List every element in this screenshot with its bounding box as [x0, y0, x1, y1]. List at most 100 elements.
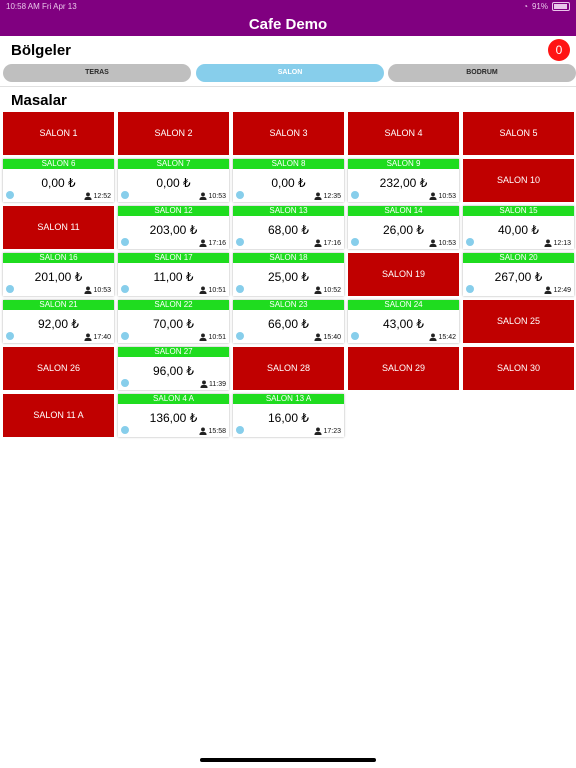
table-card[interactable]: SALON 4	[348, 112, 459, 155]
table-name: SALON 20	[463, 253, 574, 263]
table-name: SALON 9	[348, 159, 459, 169]
table-card[interactable]: SALON 8 0,00 ₺ 12:35	[233, 159, 344, 202]
status-dot-icon	[466, 285, 474, 293]
person-icon	[84, 286, 93, 294]
status-dot-icon	[236, 332, 244, 340]
table-card[interactable]: SALON 16 201,00 ₺ 10:53	[3, 253, 114, 296]
table-card[interactable]: SALON 11 A	[3, 394, 114, 437]
table-amount: 92,00 ₺	[38, 317, 79, 331]
table-time-text: 15:58	[208, 427, 226, 435]
tab-salon[interactable]: SALON	[196, 64, 384, 82]
table-time-text: 12:13	[553, 239, 571, 247]
table-card[interactable]: SALON 30	[463, 347, 574, 390]
table-card[interactable]: SALON 10	[463, 159, 574, 202]
table-amount: 26,00 ₺	[383, 223, 424, 237]
table-amount: 203,00 ₺	[149, 223, 198, 237]
tab-bodrum[interactable]: BODRUM	[388, 64, 576, 82]
table-card[interactable]: SALON 21 92,00 ₺ 17:40	[3, 300, 114, 343]
table-card[interactable]: SALON 29	[348, 347, 459, 390]
table-time-text: 11:39	[209, 380, 226, 388]
table-card[interactable]: SALON 13 68,00 ₺ 17:16	[233, 206, 344, 249]
status-dot-icon	[6, 332, 14, 340]
person-icon	[314, 333, 323, 341]
table-amount: 66,00 ₺	[268, 317, 309, 331]
table-time: 15:40	[314, 333, 341, 341]
table-name: SALON 14	[348, 206, 459, 216]
table-card[interactable]: SALON 17 11,00 ₺ 10:51	[118, 253, 229, 296]
person-icon	[199, 192, 208, 200]
tables-title: Masalar	[11, 92, 67, 109]
table-time: 15:58	[199, 427, 226, 435]
table-card[interactable]: SALON 14 26,00 ₺ 10:53	[348, 206, 459, 249]
table-time: 10:53	[84, 286, 111, 294]
status-dot-icon	[236, 285, 244, 293]
table-time-text: 17:16	[208, 239, 226, 247]
table-card[interactable]: SALON 22 70,00 ₺ 10:51	[118, 300, 229, 343]
table-card[interactable]: SALON 7 0,00 ₺ 10:53	[118, 159, 229, 202]
table-name: SALON 18	[233, 253, 344, 263]
table-card[interactable]: SALON 9 232,00 ₺ 10:53	[348, 159, 459, 202]
table-card[interactable]: SALON 1	[3, 112, 114, 155]
table-name: SALON 4	[384, 128, 423, 138]
table-card[interactable]: SALON 20 267,00 ₺ 12:49	[463, 253, 574, 296]
table-card[interactable]: SALON 24 43,00 ₺ 15:42	[348, 300, 459, 343]
divider	[0, 86, 576, 87]
person-icon	[314, 286, 323, 294]
table-amount: 43,00 ₺	[383, 317, 424, 331]
table-time: 10:53	[429, 239, 456, 247]
person-icon	[544, 286, 553, 294]
table-time-text: 10:51	[208, 286, 226, 294]
table-name: SALON 17	[118, 253, 229, 263]
table-time: 12:52	[84, 192, 111, 200]
home-indicator	[200, 758, 376, 762]
table-name: SALON 26	[36, 363, 81, 373]
table-card[interactable]: SALON 28	[233, 347, 344, 390]
status-dot-icon	[121, 238, 129, 246]
status-dot-icon	[351, 191, 359, 199]
table-time: 17:16	[314, 239, 341, 247]
notification-badge[interactable]: 0	[548, 39, 570, 61]
wifi-icon: ◔	[523, 2, 528, 11]
app-title: Cafe Demo	[248, 16, 328, 33]
table-time: 17:16	[199, 239, 226, 247]
table-card[interactable]: SALON 12 203,00 ₺ 17:16	[118, 206, 229, 249]
table-time-text: 10:53	[208, 192, 226, 200]
person-icon	[199, 239, 208, 247]
table-card[interactable]: SALON 18 25,00 ₺ 10:52	[233, 253, 344, 296]
table-card[interactable]: SALON 4 A 136,00 ₺ 15:58	[118, 394, 229, 437]
status-dot-icon	[351, 238, 359, 246]
table-card[interactable]: SALON 5	[463, 112, 574, 155]
table-card[interactable]: SALON 25	[463, 300, 574, 343]
table-card[interactable]: SALON 27 96,00 ₺ 11:39	[118, 347, 229, 390]
table-amount: 136,00 ₺	[149, 411, 198, 425]
region-tabs: TERAS SALON BODRUM	[3, 64, 576, 82]
table-time: 17:40	[84, 333, 111, 341]
person-icon	[429, 333, 438, 341]
person-icon	[544, 239, 553, 247]
table-time-text: 10:53	[438, 192, 456, 200]
table-amount: 267,00 ₺	[494, 270, 543, 284]
table-card[interactable]: SALON 11	[3, 206, 114, 249]
table-card[interactable]: SALON 6 0,00 ₺ 12:52	[3, 159, 114, 202]
table-card[interactable]: SALON 19	[348, 253, 459, 296]
table-card[interactable]: SALON 13 A 16,00 ₺ 17:23	[233, 394, 344, 437]
table-name: SALON 3	[269, 128, 308, 138]
table-card[interactable]: SALON 23 66,00 ₺ 15:40	[233, 300, 344, 343]
table-time: 11:39	[200, 380, 226, 388]
status-dot-icon	[466, 238, 474, 246]
table-time-text: 10:53	[93, 286, 111, 294]
status-dot-icon	[236, 426, 244, 434]
table-card[interactable]: SALON 15 40,00 ₺ 12:13	[463, 206, 574, 249]
table-card[interactable]: SALON 3	[233, 112, 344, 155]
status-time-date: 10:58 AM Fri Apr 13	[6, 2, 77, 11]
table-time-text: 17:23	[323, 427, 341, 435]
table-card[interactable]: SALON 2	[118, 112, 229, 155]
table-name: SALON 1	[39, 128, 78, 138]
table-amount: 201,00 ₺	[34, 270, 83, 284]
table-card[interactable]: SALON 26	[3, 347, 114, 390]
table-name: SALON 22	[118, 300, 229, 310]
tab-teras[interactable]: TERAS	[3, 64, 191, 82]
status-dot-icon	[6, 191, 14, 199]
table-name: SALON 30	[496, 363, 541, 373]
person-icon	[314, 192, 323, 200]
